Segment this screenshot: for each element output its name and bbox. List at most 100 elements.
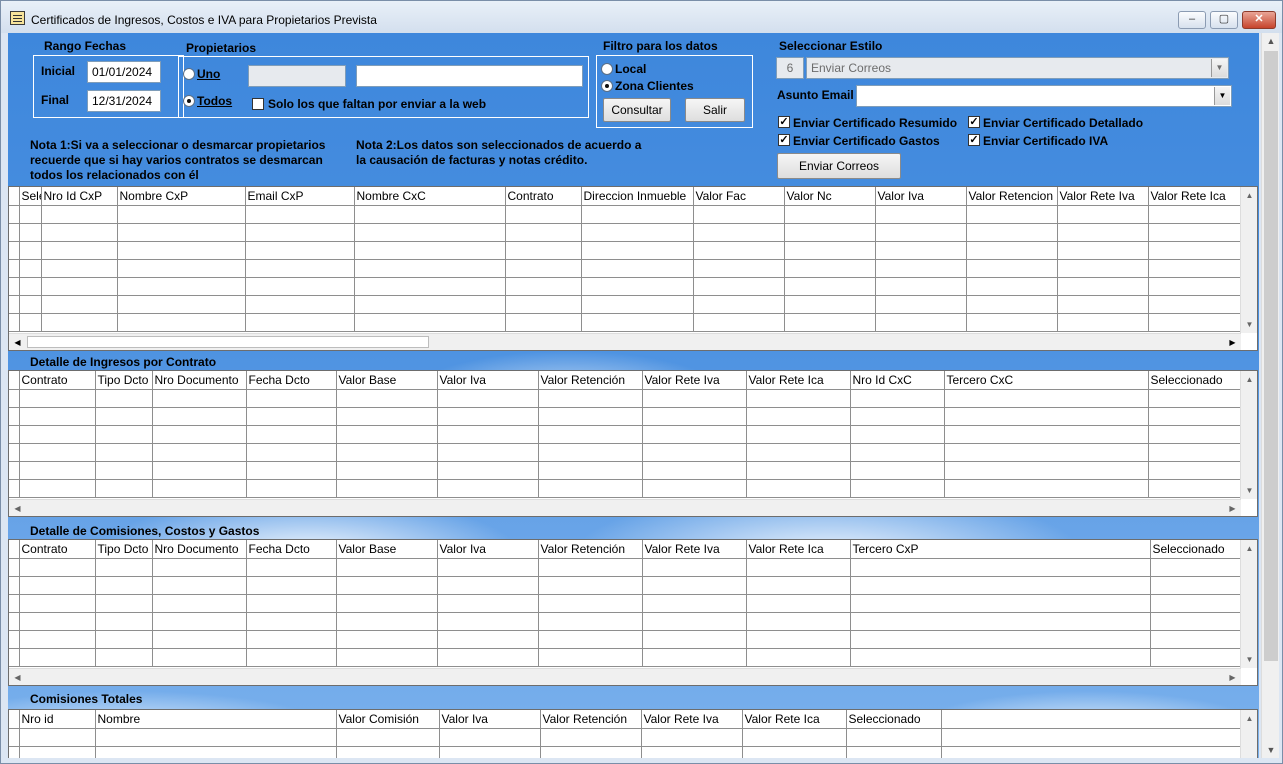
table-cell[interactable] [95,728,337,747]
table-cell[interactable] [437,425,539,444]
table-cell[interactable] [9,389,20,408]
chevron-down-icon[interactable]: ▼ [1214,87,1230,105]
table-cell[interactable] [245,277,355,296]
table-cell[interactable] [41,223,118,242]
table-cell[interactable] [941,728,1242,747]
detallado-checkbox[interactable]: ✓ [968,116,980,128]
table-cell[interactable] [95,648,153,667]
table-cell[interactable] [581,295,694,314]
table-cell[interactable] [437,630,539,649]
column-header[interactable]: Contrato [19,371,96,390]
table-row[interactable] [9,612,1242,631]
table-cell[interactable] [437,648,539,667]
solo-faltan-checkbox[interactable] [252,98,264,110]
table-cell[interactable] [437,443,539,462]
iva-checkbox[interactable]: ✓ [968,134,980,146]
scroll-up-icon[interactable]: ▲ [1241,187,1257,204]
table-cell[interactable] [246,612,337,631]
horizontal-scrollbar[interactable]: ◀ ▶ [9,499,1241,516]
table-cell[interactable] [95,594,153,613]
table-cell[interactable] [246,461,337,480]
table-cell[interactable] [850,425,945,444]
table-cell[interactable] [9,479,20,498]
table-cell[interactable] [784,241,876,260]
table-cell[interactable] [19,576,96,595]
table-cell[interactable] [1057,223,1149,242]
table-cell[interactable] [437,612,539,631]
table-cell[interactable] [538,389,643,408]
table-cell[interactable] [538,648,643,667]
table-cell[interactable] [505,259,582,278]
table-cell[interactable] [581,223,694,242]
scroll-thumb[interactable] [1264,51,1278,661]
consultar-button[interactable]: Consultar [603,98,671,122]
table-cell[interactable] [336,594,438,613]
table-cell[interactable] [746,461,851,480]
title-bar[interactable]: Certificados de Ingresos, Costos e IVA p… [1,1,1282,33]
table-cell[interactable] [1057,295,1149,314]
gastos-checkbox[interactable]: ✓ [778,134,790,146]
table-cell[interactable] [336,648,438,667]
column-header[interactable]: Seleccionado [1148,371,1242,390]
table-cell[interactable] [19,443,96,462]
table-cell[interactable] [246,425,337,444]
table-cell[interactable] [742,728,847,747]
column-header[interactable]: Contrato [19,540,96,559]
comisiones-grid[interactable]: Contrato Tipo Dcto Nro Documento Fecha D… [8,539,1258,686]
column-header[interactable]: Email CxP [245,187,355,206]
table-cell[interactable] [742,746,847,758]
grid-body[interactable] [9,558,1242,667]
table-cell[interactable] [505,205,582,224]
table-cell[interactable] [19,407,96,426]
table-cell[interactable] [336,728,440,747]
table-cell[interactable] [642,612,747,631]
column-header[interactable]: Valor Iva [439,710,541,729]
table-cell[interactable] [9,407,20,426]
table-row[interactable] [9,630,1242,649]
table-cell[interactable] [246,594,337,613]
table-cell[interactable] [538,407,643,426]
column-header[interactable]: Valor Rete Iva [1057,187,1149,206]
fecha-inicial-input[interactable]: 01/01/2024 [87,61,161,83]
chevron-down-icon[interactable]: ▼ [1211,59,1227,77]
table-cell[interactable] [966,277,1058,296]
table-cell[interactable] [642,443,747,462]
table-row[interactable] [9,205,1242,224]
table-cell[interactable] [693,313,785,332]
table-cell[interactable] [41,241,118,260]
table-cell[interactable] [784,295,876,314]
table-cell[interactable] [746,612,851,631]
table-cell[interactable] [746,443,851,462]
table-cell[interactable] [746,594,851,613]
table-row[interactable] [9,277,1242,296]
propietario-code-input[interactable] [248,65,346,87]
table-cell[interactable] [152,576,247,595]
column-header[interactable]: Valor Comisión [336,710,440,729]
column-header[interactable]: Nombre [95,710,337,729]
table-cell[interactable] [152,558,247,577]
estilo-code-input[interactable]: 6 [776,57,804,79]
table-cell[interactable] [336,389,438,408]
table-cell[interactable] [245,259,355,278]
table-cell[interactable] [9,461,20,480]
scroll-up-icon[interactable]: ▲ [1241,540,1257,557]
uno-radio[interactable] [183,68,195,80]
table-cell[interactable] [439,746,541,758]
table-row[interactable] [9,295,1242,314]
table-row[interactable] [9,746,1242,758]
table-cell[interactable] [95,461,153,480]
table-cell[interactable] [19,479,96,498]
table-cell[interactable] [19,241,42,260]
table-cell[interactable] [850,461,945,480]
table-cell[interactable] [875,313,967,332]
table-row[interactable] [9,479,1242,498]
table-row[interactable] [9,241,1242,260]
column-header[interactable]: Nro Documento [152,540,247,559]
column-header[interactable]: Tercero CxP [850,540,1151,559]
table-cell[interactable] [850,389,945,408]
table-cell[interactable] [846,728,942,747]
table-cell[interactable] [1148,425,1242,444]
table-cell[interactable] [41,313,118,332]
table-cell[interactable] [642,594,747,613]
table-row[interactable] [9,425,1242,444]
